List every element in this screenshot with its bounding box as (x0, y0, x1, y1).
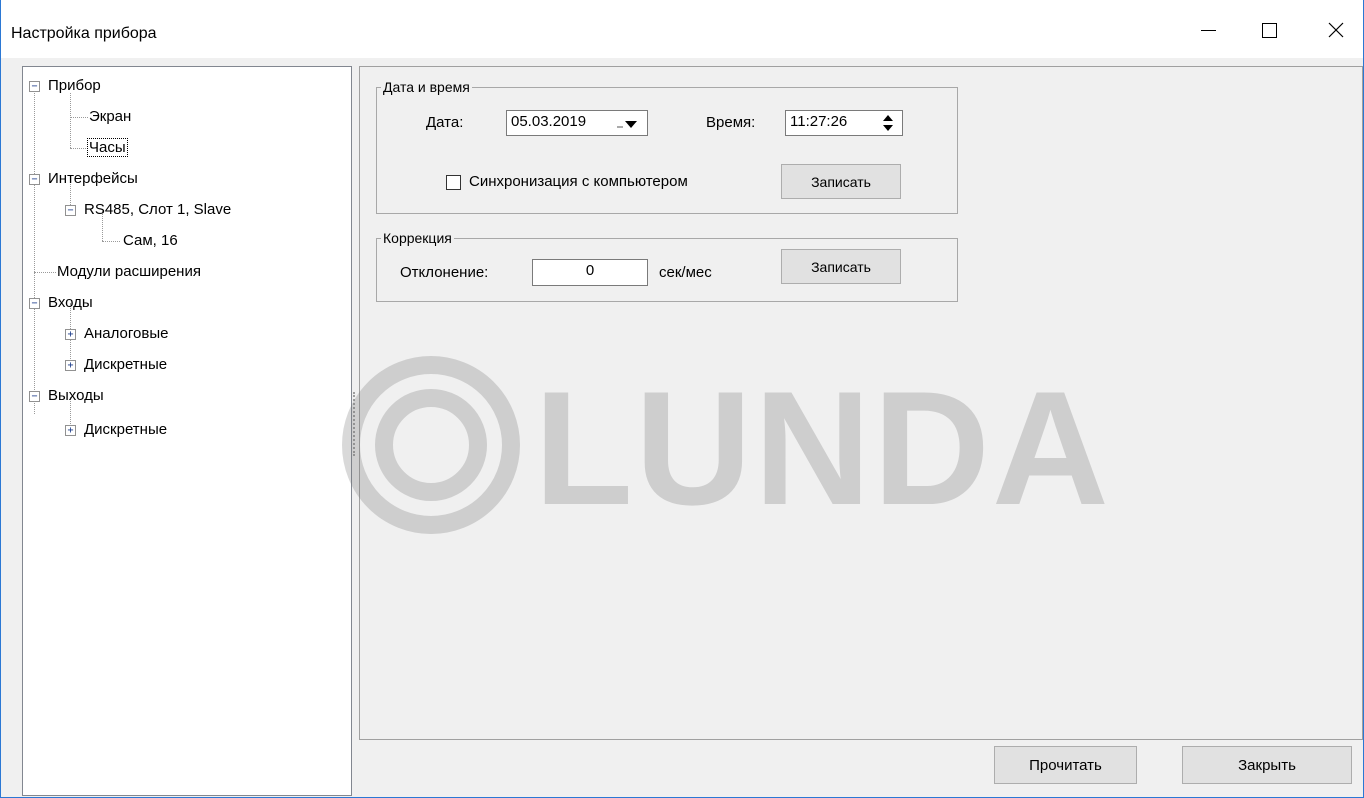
tree-node-analog-inputs[interactable]: + Аналоговые (65, 323, 169, 345)
spinner-arrows-icon[interactable] (881, 114, 895, 132)
time-value: 11:27:26 (790, 113, 848, 130)
settings-panel: Дата и время Дата: 05.03.2019 Время: 11:… (359, 66, 1363, 740)
tree-node-discrete-outputs[interactable]: + Дискретные (65, 419, 168, 441)
close-button[interactable]: Закрыть (1182, 746, 1352, 784)
time-label: Время: (706, 114, 756, 131)
time-picker[interactable]: 11:27:26 (785, 110, 903, 136)
title-bar: Настройка прибора (1, 0, 1363, 58)
device-tree[interactable]: − Прибор Экран Часы − Интерфейсы − RS485… (22, 66, 352, 796)
minimize-icon (1200, 29, 1216, 31)
sync-label: Синхронизация с компьютером (469, 173, 688, 190)
date-value: 05.03.2019 (511, 113, 587, 130)
tree-connector (34, 87, 35, 414)
tree-node-expansion-modules[interactable]: Модули расширения (56, 261, 202, 283)
collapse-icon[interactable]: − (29, 174, 40, 185)
tree-node-inputs[interactable]: − Входы (29, 292, 94, 314)
datetime-group-title: Дата и время (381, 78, 472, 96)
expand-icon[interactable]: + (65, 329, 76, 340)
maximize-icon (1261, 22, 1277, 38)
tree-connector (70, 117, 88, 118)
expand-icon[interactable]: + (65, 360, 76, 371)
collapse-icon[interactable]: − (29, 298, 40, 309)
tree-connector (34, 272, 56, 273)
collapse-icon[interactable]: − (29, 81, 40, 92)
splitter-handle[interactable] (353, 392, 355, 456)
minimize-button[interactable] (1185, 12, 1231, 48)
collapse-icon[interactable]: − (29, 391, 40, 402)
expand-icon[interactable]: + (65, 425, 76, 436)
dropdown-arrow-icon (617, 121, 637, 128)
close-window-button[interactable] (1313, 12, 1359, 48)
tree-node-interfaces[interactable]: − Интерфейсы (29, 168, 139, 190)
write-datetime-button[interactable]: Записать (781, 164, 901, 199)
tree-node-outputs[interactable]: − Выходы (29, 385, 105, 407)
datetime-group: Дата и время Дата: 05.03.2019 Время: 11:… (376, 78, 958, 214)
write-correction-button[interactable]: Записать (781, 249, 901, 284)
tree-node-screen[interactable]: Экран (88, 106, 132, 128)
collapse-icon[interactable]: − (65, 205, 76, 216)
maximize-button[interactable] (1246, 12, 1292, 48)
correction-group-title: Коррекция (381, 229, 454, 247)
date-picker[interactable]: 05.03.2019 (506, 110, 648, 136)
tree-connector (70, 93, 71, 148)
read-button[interactable]: Прочитать (994, 746, 1137, 784)
close-icon (1328, 22, 1344, 38)
tree-node-self[interactable]: Сам, 16 (122, 230, 179, 252)
sync-checkbox[interactable] (446, 175, 461, 190)
tree-connector (102, 241, 120, 242)
tree-connector (70, 148, 88, 149)
tree-node-clock[interactable]: Часы (87, 137, 128, 159)
deviation-label: Отклонение: (400, 264, 489, 281)
date-label: Дата: (426, 114, 464, 131)
window-title: Настройка прибора (11, 25, 157, 42)
deviation-input[interactable]: 0 (532, 259, 648, 286)
tree-node-discrete-inputs[interactable]: + Дискретные (65, 354, 168, 376)
deviation-unit: сек/мес (659, 264, 712, 281)
correction-group: Коррекция Отклонение: 0 сек/мес Записать (376, 229, 958, 302)
tree-node-rs485[interactable]: − RS485, Слот 1, Slave (65, 199, 232, 221)
tree-node-device[interactable]: − Прибор (29, 75, 102, 97)
settings-window: Настройка прибора − Прибор Экран Часы − … (0, 0, 1364, 798)
